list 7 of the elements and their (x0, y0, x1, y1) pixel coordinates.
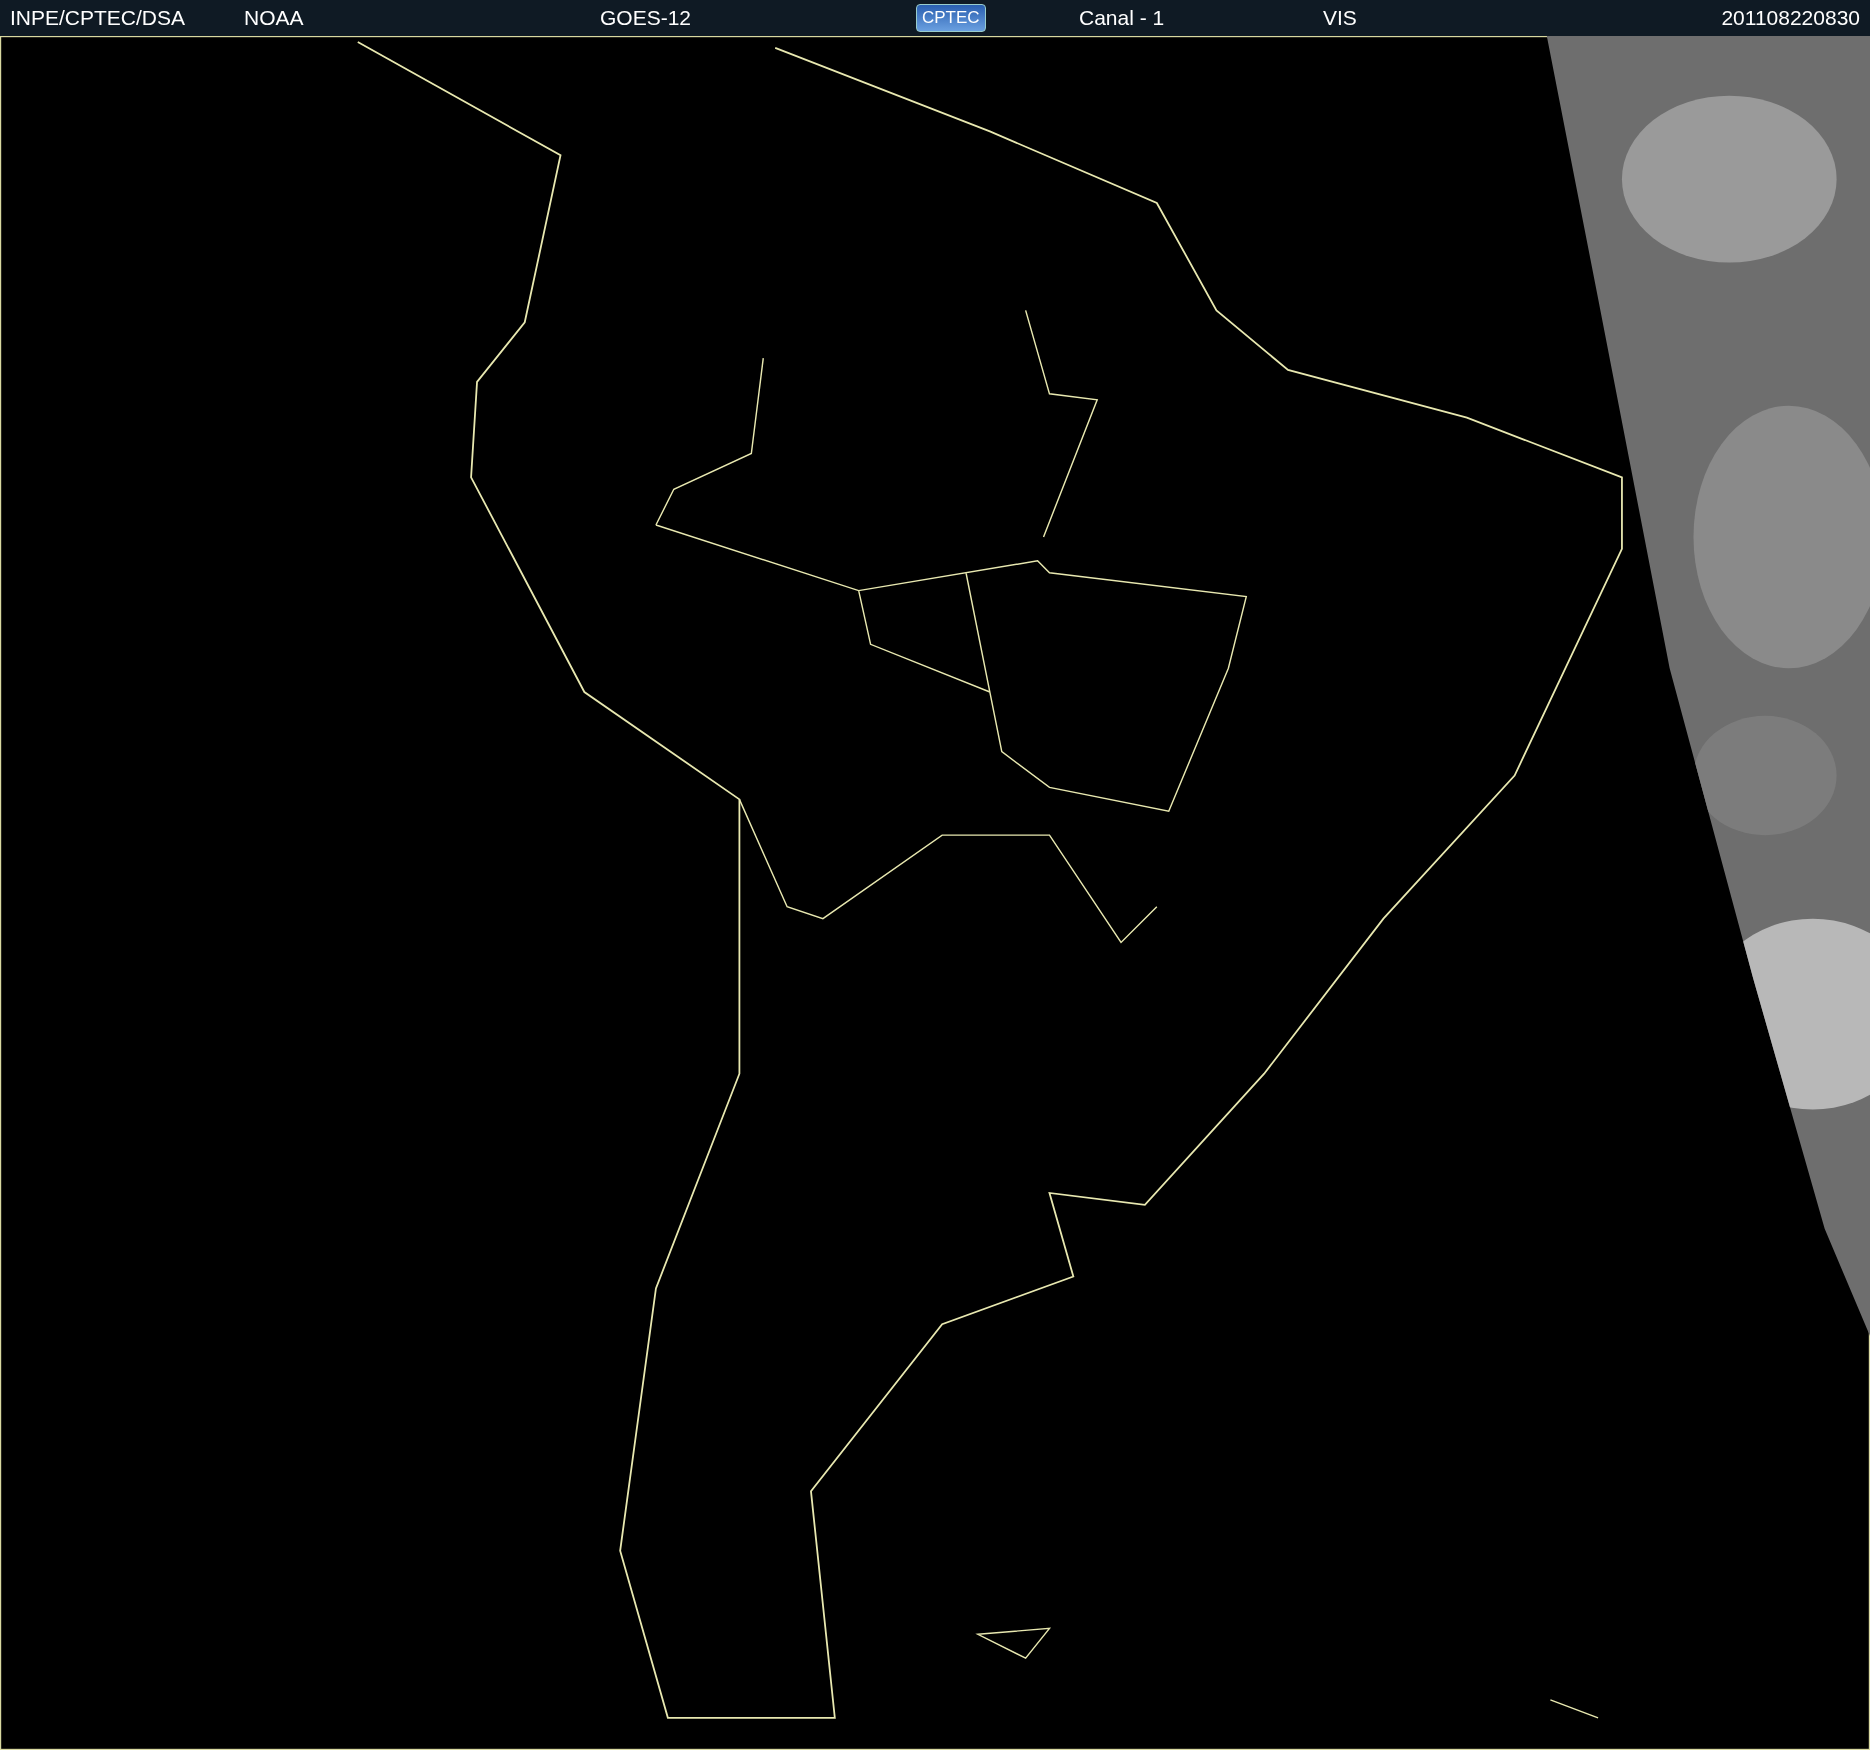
channel-label: Canal - 1 (1079, 6, 1165, 30)
logo: CPTEC (916, 4, 986, 32)
source-label: INPE/CPTEC/DSA (10, 6, 186, 30)
timestamp-label: 201108220830 (1721, 6, 1860, 30)
satellite-label: GOES-12 (600, 6, 692, 30)
band-label: VIS (1323, 6, 1357, 30)
agency-label: NOAA (244, 6, 304, 30)
